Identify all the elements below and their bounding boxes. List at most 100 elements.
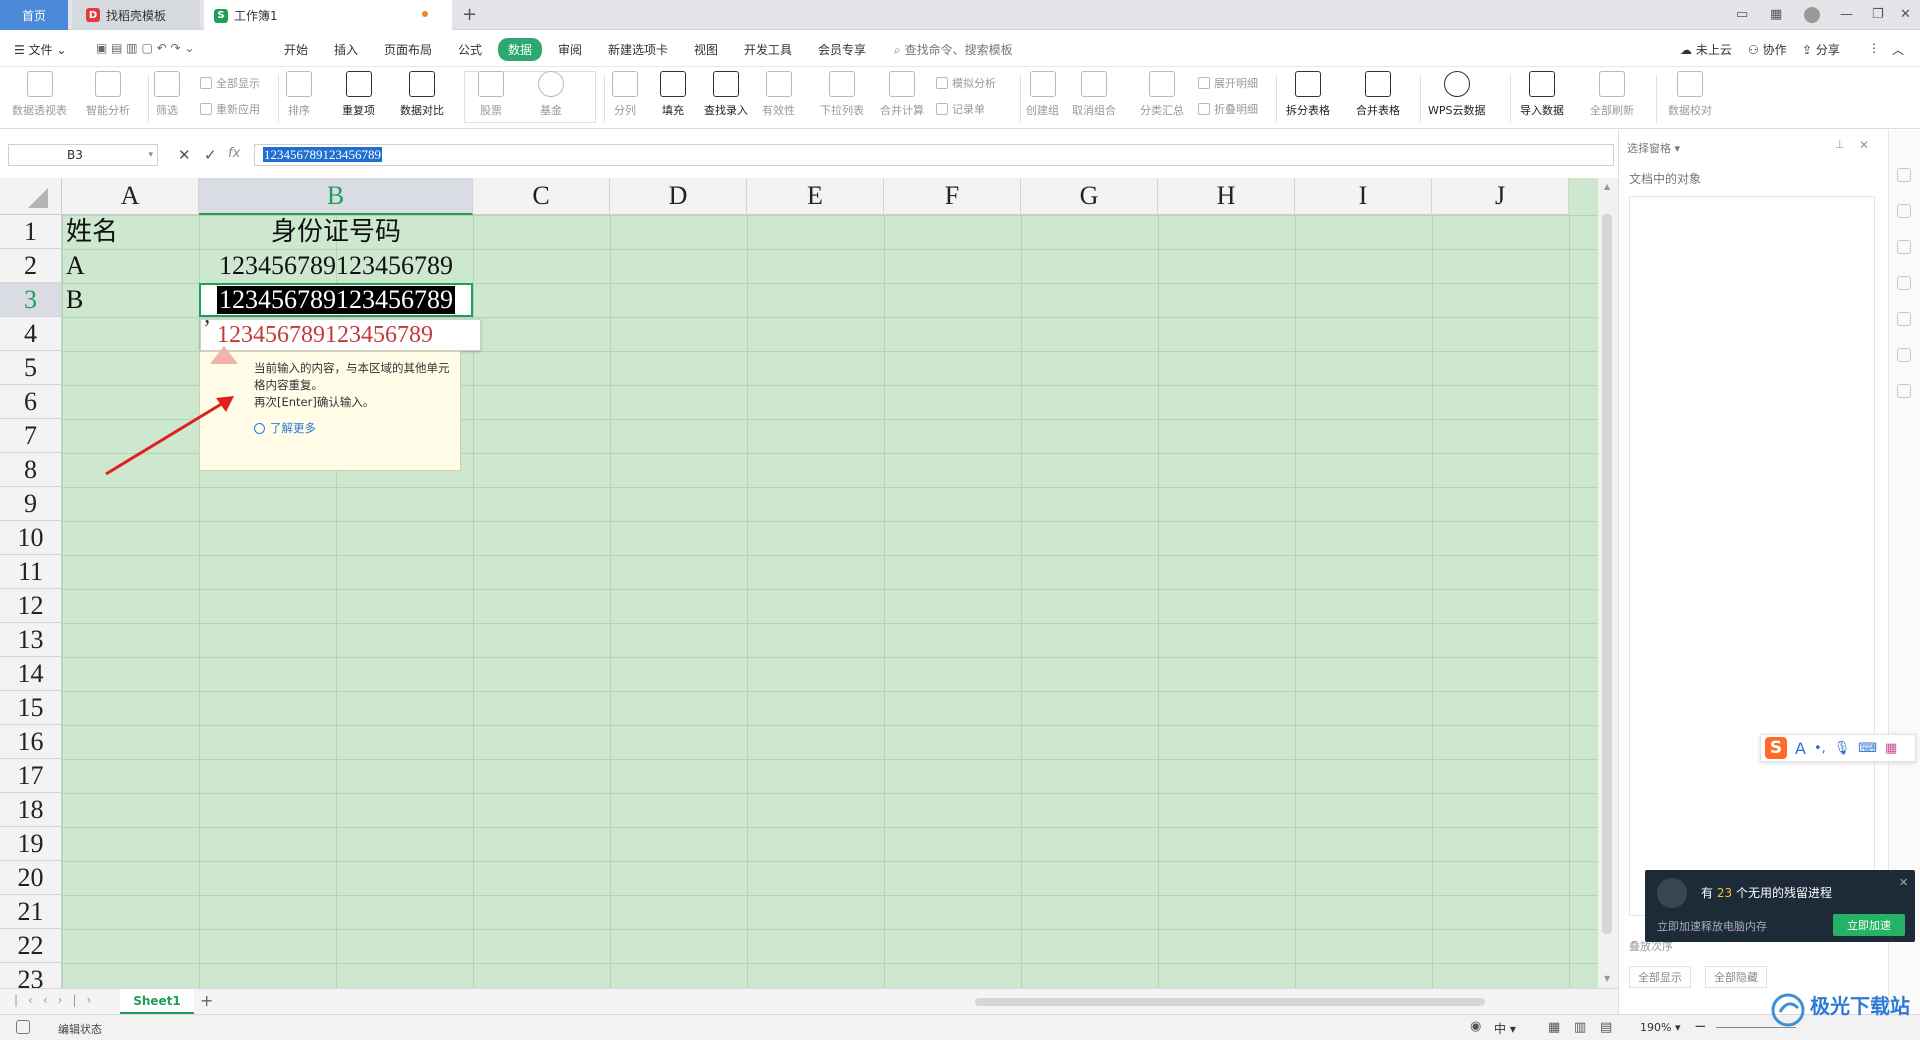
- menu-developer[interactable]: 开发工具: [744, 41, 792, 58]
- tab-home[interactable]: 首页: [0, 0, 68, 30]
- dropdown-list-button[interactable]: 下拉列表: [820, 71, 864, 118]
- menu-formula[interactable]: 公式: [458, 41, 482, 58]
- sheet-nav-icons[interactable]: |‹‹›|›: [14, 993, 101, 1007]
- location-icon[interactable]: [1897, 348, 1911, 362]
- scroll-down-icon[interactable]: ▼: [1604, 974, 1610, 983]
- row-header[interactable]: 17: [0, 759, 62, 793]
- more-icon[interactable]: ⋮: [1868, 41, 1880, 55]
- cell-a1[interactable]: 姓名: [66, 216, 118, 248]
- row-header[interactable]: 21: [0, 895, 62, 929]
- share-button[interactable]: ⇪ 分享: [1802, 41, 1840, 58]
- shape-icon[interactable]: [1897, 276, 1911, 290]
- data-compare-button[interactable]: 数据对比: [400, 71, 444, 118]
- eye-protection-icon[interactable]: ◉: [1470, 1019, 1481, 1034]
- add-sheet-button[interactable]: +: [200, 991, 213, 1010]
- row-header[interactable]: 15: [0, 691, 62, 725]
- ime-microphone-icon[interactable]: 🎙: [1834, 741, 1851, 756]
- column-header-j[interactable]: J: [1432, 178, 1569, 215]
- formula-input[interactable]: 123456789123456789: [254, 144, 1614, 166]
- fund-button[interactable]: 基金: [538, 71, 564, 118]
- refresh-all-button[interactable]: 全部刷新: [1590, 71, 1634, 118]
- expand-detail-button[interactable]: 展开明细: [1198, 75, 1258, 91]
- consolidate-button[interactable]: 合并计算: [880, 71, 924, 118]
- menu-review[interactable]: 审阅: [558, 41, 582, 58]
- tab-workbook[interactable]: S 工作簿1: [204, 0, 452, 31]
- cancel-entry-icon[interactable]: ✕: [178, 146, 191, 164]
- normal-view-icon[interactable]: ▦: [1548, 1020, 1560, 1035]
- book-icon[interactable]: [1897, 384, 1911, 398]
- menu-data[interactable]: 数据: [498, 38, 543, 61]
- column-header-b[interactable]: B: [199, 178, 473, 215]
- row-header[interactable]: 7: [0, 419, 62, 453]
- menu-page-layout[interactable]: 页面布局: [384, 41, 432, 58]
- cell-b2[interactable]: 123456789123456789: [199, 250, 473, 282]
- row-header[interactable]: 20: [0, 861, 62, 895]
- name-box[interactable]: B3 ▾: [8, 144, 158, 166]
- objects-list[interactable]: [1629, 196, 1875, 916]
- learn-more-link[interactable]: 了解更多: [254, 420, 316, 436]
- layout-icon[interactable]: ▭: [1736, 7, 1748, 22]
- menu-view[interactable]: 视图: [694, 41, 718, 58]
- menu-start[interactable]: 开始: [284, 41, 308, 58]
- filter-button[interactable]: 筛选: [154, 71, 180, 118]
- data-verify-button[interactable]: 数据校对: [1668, 71, 1712, 118]
- menu-member[interactable]: 会员专享: [818, 41, 866, 58]
- cell-a3[interactable]: B: [66, 284, 83, 316]
- macro-record-icon[interactable]: [16, 1020, 30, 1034]
- insert-function-icon[interactable]: fx: [228, 146, 240, 161]
- cell-area[interactable]: 姓名 身份证号码 A 123456789123456789 B 12345678…: [62, 215, 1598, 988]
- subtotal-button[interactable]: 分类汇总: [1140, 71, 1184, 118]
- row-header[interactable]: 18: [0, 793, 62, 827]
- tab-template[interactable]: D 找稻壳模板: [72, 0, 200, 30]
- selection-pane-title[interactable]: 选择窗格 ▾: [1627, 140, 1680, 156]
- sort-button[interactable]: 排序: [286, 71, 312, 118]
- collapse-ribbon-icon[interactable]: ︿: [1892, 41, 1904, 58]
- validity-button[interactable]: 有效性: [762, 71, 795, 118]
- style-icon[interactable]: [1897, 168, 1911, 182]
- quick-access-icons[interactable]: ▣ ▤ ▥ ▢ ↶ ↷ ⌄: [96, 41, 194, 55]
- pivot-table-button[interactable]: 数据透视表: [12, 71, 67, 118]
- avatar[interactable]: [1804, 7, 1820, 23]
- collapse-detail-button[interactable]: 折叠明细: [1198, 101, 1258, 117]
- ime-toolbar[interactable]: S A •, 🎙 ⌨ ▦: [1760, 734, 1916, 762]
- select-all-corner[interactable]: [0, 178, 62, 215]
- backup-icon[interactable]: [1897, 312, 1911, 326]
- row-header[interactable]: 3: [0, 283, 62, 317]
- wps-cloud-data-button[interactable]: WPS云数据: [1428, 71, 1486, 118]
- column-header-d[interactable]: D: [610, 178, 747, 215]
- row-header[interactable]: 11: [0, 555, 62, 589]
- what-if-button[interactable]: 模拟分析: [936, 75, 996, 91]
- menu-insert[interactable]: 插入: [334, 41, 358, 58]
- new-tab-button[interactable]: +: [462, 4, 477, 25]
- row-header[interactable]: 10: [0, 521, 62, 555]
- column-header-h[interactable]: H: [1158, 178, 1295, 215]
- ime-font-icon[interactable]: A: [1795, 739, 1806, 758]
- row-header[interactable]: 13: [0, 623, 62, 657]
- page-break-view-icon[interactable]: ▤: [1600, 1020, 1612, 1035]
- row-header[interactable]: 12: [0, 589, 62, 623]
- zoom-out-icon[interactable]: −: [1694, 1017, 1707, 1035]
- property-icon[interactable]: [1897, 240, 1911, 254]
- restore-icon[interactable]: ❐: [1872, 7, 1884, 22]
- menu-new-tab[interactable]: 新建选项卡: [608, 41, 668, 58]
- column-header-g[interactable]: G: [1021, 178, 1158, 215]
- stock-button[interactable]: 股票: [478, 71, 504, 118]
- ungroup-button[interactable]: 取消组合: [1072, 71, 1116, 118]
- sheet-tab-sheet1[interactable]: Sheet1: [120, 989, 194, 1014]
- close-window-icon[interactable]: ✕: [1900, 7, 1911, 22]
- cell-a2[interactable]: A: [66, 250, 85, 282]
- ime-keyboard-icon[interactable]: ⌨: [1858, 741, 1877, 756]
- cloud-status[interactable]: ☁ 未上云: [1680, 41, 1732, 58]
- record-form-button[interactable]: 记录单: [936, 101, 985, 117]
- row-header[interactable]: 16: [0, 725, 62, 759]
- close-pane-icon[interactable]: ✕: [1859, 138, 1869, 152]
- horizontal-scroll-thumb[interactable]: [975, 998, 1485, 1006]
- row-header[interactable]: 5: [0, 351, 62, 385]
- active-cell-b3[interactable]: 123456789123456789: [199, 283, 473, 317]
- ime-apps-icon[interactable]: ▦: [1885, 741, 1897, 756]
- smart-analysis-button[interactable]: 智能分析: [86, 71, 130, 118]
- show-all-button[interactable]: 全部显示: [200, 75, 260, 91]
- ime-punctuation-icon[interactable]: •,: [1814, 741, 1826, 756]
- text-to-columns-button[interactable]: 分列: [612, 71, 638, 118]
- row-header[interactable]: 6: [0, 385, 62, 419]
